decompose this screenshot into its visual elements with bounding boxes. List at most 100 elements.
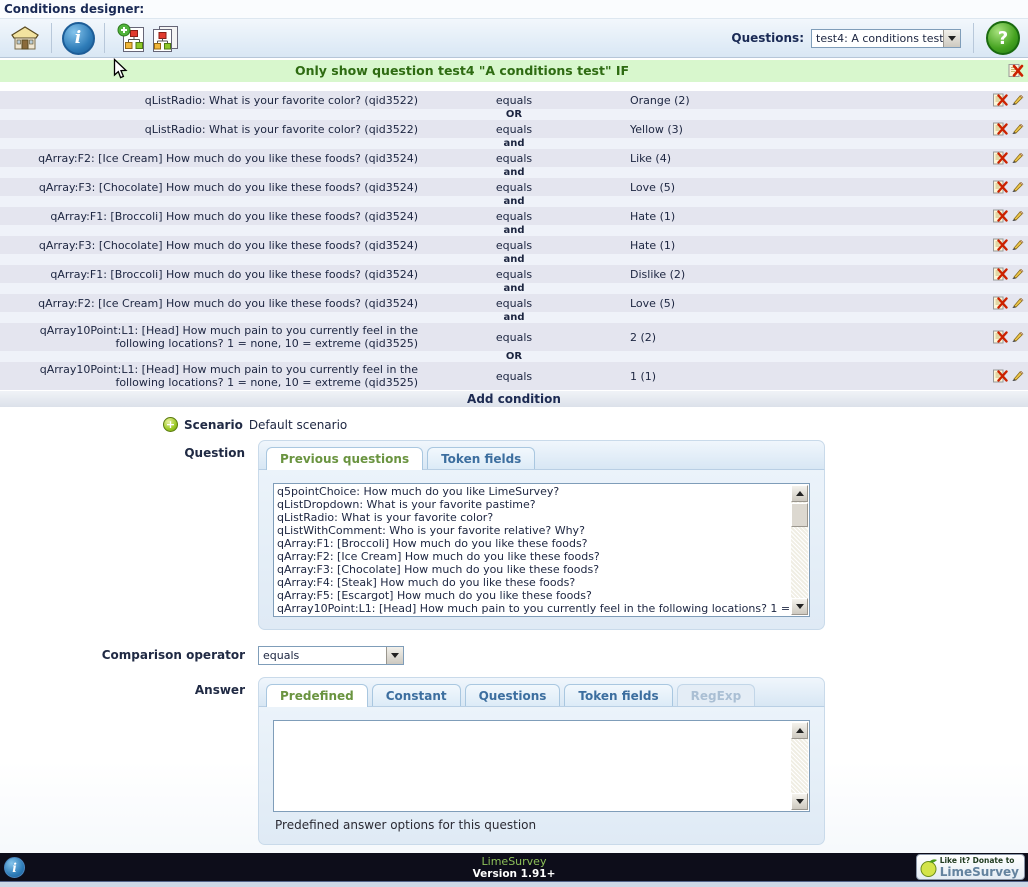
question-option[interactable]: qArray:F2: [Ice Cream] How much do you l… (277, 550, 789, 563)
scope-bar: Only show question test4 "A conditions t… (0, 60, 1028, 82)
tab-token-fields[interactable]: Token fields (427, 447, 535, 469)
add-condition-bar[interactable]: Add condition (0, 390, 1028, 407)
delete-condition-icon[interactable] (993, 238, 1008, 252)
answer-listbox[interactable] (273, 720, 810, 812)
info-icon[interactable]: i (61, 21, 95, 55)
question-option[interactable]: qArray:F5: [Escargot] How much do you li… (277, 589, 789, 602)
edit-condition-icon[interactable] (1011, 369, 1024, 383)
question-option[interactable]: qArray:F4: [Steak] How much do you like … (277, 576, 789, 589)
tab-regexp: RegExp (677, 684, 756, 706)
condition-join-row: and (0, 167, 1028, 178)
condition-question: qArray:F3: [Chocolate] How much do you l… (0, 239, 418, 252)
conditions-designer-page: Conditions designer: i (0, 0, 1028, 887)
delete-condition-icon[interactable] (993, 180, 1008, 194)
question-option[interactable]: qArray:F3: [Chocolate] How much do you l… (277, 563, 789, 576)
question-option[interactable]: qArray:F1: [Broccoli] How much do you li… (277, 537, 789, 550)
condition-join-row: and (0, 138, 1028, 149)
join-label: and (503, 196, 524, 207)
edit-condition-icon[interactable] (1011, 180, 1024, 194)
delete-condition-icon[interactable] (993, 122, 1008, 136)
edit-condition-icon[interactable] (1011, 122, 1024, 136)
tab-questions[interactable]: Questions (465, 684, 561, 706)
delete-condition-icon[interactable] (993, 209, 1008, 223)
question-tabstrip: Previous questionsToken fields (258, 440, 825, 470)
comparison-operator-dropdown[interactable]: equals (258, 646, 404, 665)
condition-row: qArray:F2: [Ice Cream] How much do you l… (0, 294, 1028, 312)
page-title: Conditions designer: (0, 0, 1028, 18)
delete-condition-icon[interactable] (993, 330, 1008, 344)
answer-scrollbar[interactable] (791, 722, 808, 810)
condition-question: qArray:F1: [Broccoli] How much do you li… (0, 210, 418, 223)
edit-condition-icon[interactable] (1011, 238, 1024, 252)
edit-condition-icon[interactable] (1011, 151, 1024, 165)
tab-constant[interactable]: Constant (372, 684, 461, 706)
join-label: and (503, 283, 524, 294)
condition-operator: equals (418, 370, 610, 383)
scroll-down-icon[interactable] (791, 793, 808, 810)
question-option[interactable]: q5pointChoice: How much do you like Lime… (277, 485, 789, 498)
scenario-label: Scenario (184, 418, 243, 432)
tab-predefined[interactable]: Predefined (266, 684, 368, 707)
help-icon[interactable]: ? (986, 21, 1020, 55)
question-option[interactable]: qListRadio: What is your favorite color? (277, 511, 789, 524)
condition-row: qListRadio: What is your favorite color?… (0, 91, 1028, 109)
footer-center: LimeSurvey Version 1.91+ (0, 855, 1028, 880)
question-option[interactable]: qArray10Point:L1: [Head] How much pain t… (277, 602, 789, 615)
condition-operator: equals (418, 210, 610, 223)
delete-condition-icon[interactable] (993, 296, 1008, 310)
dropdown-arrow-icon[interactable] (943, 30, 960, 47)
edit-condition-icon[interactable] (1011, 330, 1024, 344)
donate-line2: LimeSurvey (940, 866, 1019, 878)
scope-bar-text: Only show question test4 "A conditions t… (0, 60, 1028, 82)
condition-row: qArray:F3: [Chocolate] How much do you l… (0, 178, 1028, 196)
condition-question: qArray:F2: [Ice Cream] How much do you l… (0, 152, 418, 165)
delete-condition-icon[interactable] (993, 151, 1008, 165)
condition-row: qArray:F2: [Ice Cream] How much do you l… (0, 149, 1028, 167)
tab-previous-questions[interactable]: Previous questions (266, 447, 423, 470)
toolbar: i Questions: (0, 18, 1028, 58)
join-label: OR (506, 351, 522, 362)
dropdown-arrow-icon[interactable] (386, 647, 403, 664)
delete-condition-icon[interactable] (993, 369, 1008, 383)
delete-condition-icon[interactable] (993, 93, 1008, 107)
condition-join-row: OR (0, 109, 1028, 120)
edit-condition-icon[interactable] (1011, 209, 1024, 223)
delete-condition-icon[interactable] (993, 267, 1008, 281)
question-option[interactable]: qListWithComment: Who is your favorite r… (277, 524, 789, 537)
condition-value: Yellow (3) (610, 123, 982, 136)
question-label: Question (0, 446, 245, 460)
add-scenario-icon[interactable]: + (163, 417, 178, 432)
question-options: q5pointChoice: How much do you like Lime… (274, 484, 809, 615)
condition-join-row: and (0, 254, 1028, 265)
toolbar-right: Questions: test4: A conditions test ? (731, 21, 1020, 55)
join-label: and (503, 167, 524, 178)
edit-condition-icon[interactable] (1011, 267, 1024, 281)
edit-condition-icon[interactable] (1011, 93, 1024, 107)
scenario-row: + Scenario Default scenario (163, 416, 1028, 433)
tab-token-fields[interactable]: Token fields (564, 684, 672, 706)
condition-join-row: and (0, 196, 1028, 207)
condition-join-row: and (0, 312, 1028, 323)
questions-dropdown[interactable]: test4: A conditions test (811, 29, 961, 48)
scroll-down-icon[interactable] (791, 598, 808, 615)
condition-operator: equals (418, 331, 610, 344)
donate-badge[interactable]: Like it? Donate to LimeSurvey (916, 854, 1025, 880)
home-icon[interactable] (8, 21, 42, 55)
question-option[interactable]: qListDropdown: What is your favorite pas… (277, 498, 789, 511)
scroll-up-icon[interactable] (791, 722, 808, 739)
condition-value: Hate (1) (610, 239, 982, 252)
answer-tabstrip: PredefinedConstantQuestionsToken fieldsR… (258, 677, 825, 707)
scroll-up-icon[interactable] (791, 485, 808, 502)
condition-operator: equals (418, 94, 610, 107)
condition-question: qArray:F1: [Broccoli] How much do you li… (0, 268, 418, 281)
edit-condition-icon[interactable] (1011, 296, 1024, 310)
answer-section: Answer PredefinedConstantQuestionsToken … (0, 677, 1028, 845)
condition-value: 2 (2) (610, 331, 982, 344)
question-listbox[interactable]: q5pointChoice: How much do you like Lime… (273, 483, 810, 617)
scrollbar-thumb[interactable] (791, 503, 808, 527)
question-scrollbar[interactable] (791, 485, 808, 615)
copy-conditions-icon[interactable] (148, 21, 182, 55)
add-condition-icon[interactable] (114, 21, 148, 55)
condition-row: qListRadio: What is your favorite color?… (0, 120, 1028, 138)
delete-all-conditions-icon[interactable] (1008, 63, 1024, 78)
